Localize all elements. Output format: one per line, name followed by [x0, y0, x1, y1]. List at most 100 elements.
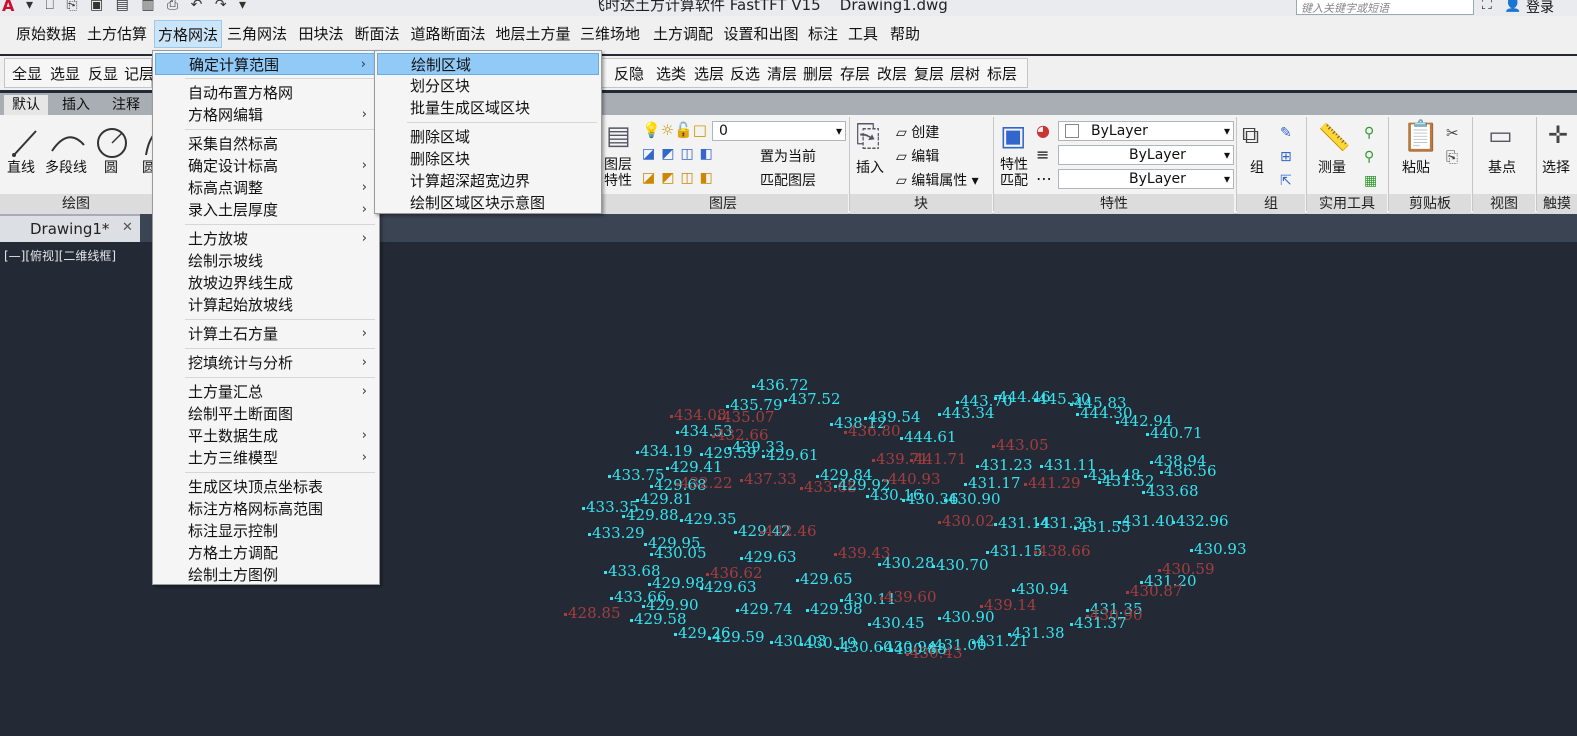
section-utilities[interactable]: 实用工具	[1307, 194, 1387, 214]
elevation-point[interactable]: 440.93	[884, 472, 941, 487]
elevation-point[interactable]: 433.29	[588, 526, 645, 541]
fangge-menu-item-15[interactable]: 平土数据生成 ›	[155, 425, 377, 447]
elevation-point[interactable]: 429.35	[680, 512, 737, 527]
toolbar-btn-g1-1[interactable]: 选显	[50, 63, 80, 84]
ribbon-tab-1[interactable]: 插入	[54, 95, 98, 115]
fangge-menu-item-16[interactable]: 土方三维模型 ›	[155, 447, 377, 469]
fangge-menu-item-4[interactable]: 确定设计标高 ›	[155, 155, 377, 177]
elevation-point[interactable]: 432.22	[676, 476, 733, 491]
fangge-menu-item-1[interactable]: 自动布置方格网	[155, 82, 377, 104]
select-mode-label[interactable]: 选择	[1542, 157, 1570, 177]
elevation-point[interactable]: 430.05	[650, 546, 707, 561]
toolbar-btn-g2-3[interactable]: 反选	[730, 63, 760, 84]
layer-tools-row2-icons[interactable]: ◪◩◫◧	[642, 170, 719, 186]
menu-2[interactable]: 土方估算	[84, 20, 150, 48]
menu-9[interactable]: 三维场地	[576, 20, 644, 48]
elevation-point[interactable]: 429.63	[700, 580, 757, 595]
elevation-point[interactable]: 437.33	[740, 472, 797, 487]
submenu-item-4[interactable]: 删除区块	[377, 148, 599, 170]
menu-10[interactable]: 土方调配	[648, 20, 718, 48]
toolbar-btn-g2-1[interactable]: 选类	[656, 63, 686, 84]
menu-5[interactable]: 田块法	[294, 20, 348, 48]
elevation-point[interactable]: 430.90	[938, 610, 995, 625]
fangge-menu-item-6[interactable]: 录入土层厚度 ›	[155, 199, 377, 221]
toolbar-btn-g1-0[interactable]: 全显	[12, 63, 42, 84]
section-clipboard[interactable]: 剪贴板	[1389, 194, 1471, 214]
elevation-point[interactable]: 436.56	[1160, 464, 1217, 479]
elevation-point[interactable]: 430.45	[868, 616, 925, 631]
paste-icon[interactable]: 📋	[1402, 119, 1439, 154]
section-group[interactable]: 组	[1237, 194, 1305, 214]
close-icon[interactable]: ✕	[122, 220, 133, 235]
toolbar-btn-g1-3[interactable]: 记层	[124, 63, 154, 84]
elevation-point[interactable]: 429.74	[736, 602, 793, 617]
fangge-menu-item-19[interactable]: 标注显示控制	[155, 520, 377, 542]
search-input[interactable]: 键入关键字或短语	[1296, 0, 1474, 15]
menu-12[interactable]: 标注	[804, 20, 842, 48]
elevation-point[interactable]: 429.61	[762, 448, 819, 463]
cut-copy-icons[interactable]: ✂ ⎘	[1446, 121, 1459, 169]
elevation-point[interactable]: 430.87	[1126, 584, 1183, 599]
layer-properties-label[interactable]: 图层 特性	[604, 157, 640, 189]
elevation-point[interactable]: 444.61	[900, 430, 957, 445]
section-draw[interactable]: 绘图	[0, 194, 152, 214]
lineweight-icon[interactable]: ≡	[1036, 145, 1049, 164]
elevation-point[interactable]: 429.41	[666, 460, 723, 475]
fangge-menu-item-12[interactable]: 挖填统计与分析 ›	[155, 352, 377, 374]
elevation-point[interactable]: 429.65	[796, 572, 853, 587]
fangge-menu-item-8[interactable]: 绘制示坡线	[155, 250, 377, 272]
menu-7[interactable]: 道路断面法	[406, 20, 490, 48]
tool-polyline[interactable]: 多段线	[45, 157, 87, 177]
section-layer[interactable]: 图层	[598, 194, 848, 214]
elevation-point[interactable]: 436.80	[844, 424, 901, 439]
elevation-point[interactable]: 431.40	[1118, 514, 1175, 529]
fangge-menu-item-20[interactable]: 方格土方调配	[155, 542, 377, 564]
draw-tools-icons[interactable]	[8, 121, 168, 161]
toolbar-btn-g2-7[interactable]: 改层	[877, 63, 907, 84]
document-tab[interactable]: Drawing1*	[0, 214, 140, 242]
submenu-item-5[interactable]: 计算超深超宽边界	[377, 170, 599, 192]
fangge-menu-item-18[interactable]: 标注方格网标高范围	[155, 498, 377, 520]
tool-line[interactable]: 直线	[7, 157, 35, 177]
lineweight-dropdown[interactable]: ByLayer	[1058, 145, 1234, 165]
menu-8[interactable]: 地层土方量	[492, 20, 574, 48]
section-block[interactable]: 块	[850, 194, 992, 214]
elevation-point[interactable]: 430.70	[932, 558, 989, 573]
basepoint-label[interactable]: 基点	[1488, 157, 1516, 177]
elevation-point[interactable]: 430.28	[878, 556, 935, 571]
fangge-menu-item-5[interactable]: 标高点调整 ›	[155, 177, 377, 199]
toolbar-btn-g2-9[interactable]: 层树	[950, 63, 980, 84]
viewport-label[interactable]: [—][俯视][二维线框]	[4, 247, 116, 264]
paste-label[interactable]: 粘贴	[1402, 157, 1430, 177]
measure-icon[interactable]: 📏	[1318, 123, 1350, 153]
login-link[interactable]: 登录	[1526, 0, 1554, 16]
basepoint-icon[interactable]: ▭	[1488, 121, 1513, 151]
quick-access-toolbar[interactable]: ▾ ⎕ ⎘ ▣ ▤ ▥ ⎙ ↶ ↷ ▾	[26, 0, 250, 13]
menu-6[interactable]: 断面法	[350, 20, 404, 48]
layer-dropdown[interactable]: 0	[712, 121, 846, 141]
layer-state-icons[interactable]: 💡☼🔓□	[642, 121, 707, 139]
select-mode-icon[interactable]: ✛	[1548, 121, 1568, 149]
elevation-point[interactable]: 443.05	[992, 438, 1049, 453]
menu-11[interactable]: 设置和出图	[720, 20, 802, 48]
user-icon[interactable]: ⛶ 👤	[1482, 0, 1526, 13]
elevation-point[interactable]: 431.17	[964, 476, 1021, 491]
elevation-point[interactable]: 430.02	[938, 514, 995, 529]
fangge-menu-item-14[interactable]: 绘制平土断面图	[155, 403, 377, 425]
fangge-menu-item-3[interactable]: 采集自然标高	[155, 133, 377, 155]
layer-properties-icon[interactable]: ▤	[606, 121, 631, 151]
section-touch[interactable]: 触摸	[1537, 194, 1577, 214]
insert-block-icon[interactable]: ⎘	[856, 119, 880, 154]
edit-attributes-button[interactable]: ▱ 编辑属性 ▾	[896, 170, 979, 190]
measure-label[interactable]: 测量	[1318, 157, 1346, 177]
elevation-point[interactable]: 431.21	[972, 634, 1029, 649]
elevation-point[interactable]: 430.90	[944, 492, 1001, 507]
tool-circle[interactable]: 圆	[104, 157, 118, 177]
menu-1[interactable]: 原始数据	[8, 20, 84, 48]
submenu-item-0[interactable]: 绘制区域	[377, 53, 599, 75]
elevation-point[interactable]: 431.37	[1070, 616, 1127, 631]
color-dropdown[interactable]: ByLayer	[1058, 121, 1234, 141]
elevation-point[interactable]: 441.29	[1024, 476, 1081, 491]
toolbar-btn-g2-4[interactable]: 清层	[767, 63, 797, 84]
submenu-item-2[interactable]: 批量生成区域区块	[377, 97, 599, 119]
